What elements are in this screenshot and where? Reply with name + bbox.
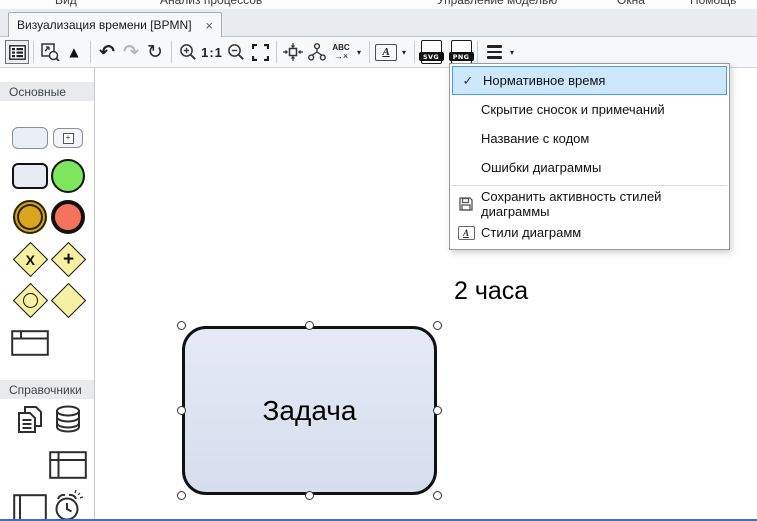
palette-gateway-inclusive[interactable] [10, 280, 50, 320]
selection-handle-middle-left[interactable] [177, 406, 186, 415]
menu-help[interactable]: Помощь [690, 0, 736, 7]
diagram-properties-button[interactable] [5, 40, 29, 64]
export-svg-button[interactable]: SVG [419, 40, 443, 64]
task-label: Задача [263, 395, 357, 427]
export-png-button[interactable]: PNG [449, 40, 473, 64]
fit-screen-button[interactable] [248, 40, 272, 64]
svg-file-icon: SVG [421, 40, 442, 64]
toolbar-separator [171, 41, 172, 63]
app-window: Вид Анализ процессов Управление моделью … [0, 0, 757, 521]
menu-view[interactable]: Вид [55, 0, 77, 7]
selection-handle-bottom-right[interactable] [433, 491, 442, 500]
palette-end-event[interactable] [48, 197, 88, 237]
palette-rounded-rect[interactable] [10, 118, 50, 158]
palette-start-event[interactable] [48, 156, 88, 196]
zoom-in-button[interactable] [176, 40, 200, 64]
diagram-style-icon: A [451, 226, 481, 240]
font-style-button[interactable]: A [374, 40, 398, 64]
menu-item-normative-time[interactable]: ✓ Нормативное время [452, 66, 727, 95]
toolbar-separator [90, 41, 91, 63]
hierarchy-layout-button[interactable] [305, 40, 329, 64]
hamburger-icon [487, 45, 502, 59]
menu-item-save-style-activity[interactable]: Сохранить активность стилей диаграммы [451, 189, 728, 218]
refresh-button[interactable]: ↻ [143, 40, 167, 64]
palette-section-references[interactable]: Справочники [0, 380, 95, 399]
palette-section-main[interactable]: Основные [0, 82, 95, 101]
tab-time-visualization[interactable]: Визуализация времени [BPMN] × [8, 12, 222, 37]
export-fragment-button[interactable] [38, 40, 62, 64]
palette-task[interactable] [10, 156, 50, 196]
collapse-button[interactable]: ▲ [62, 40, 86, 64]
palette-gateway-plain[interactable] [48, 280, 88, 320]
palette-register[interactable] [10, 488, 50, 521]
menu-item-name-with-code[interactable]: Название с кодом [451, 124, 728, 153]
boxed-a-icon: A [375, 44, 397, 61]
font-style-dropdown-icon[interactable]: ▾ [398, 40, 410, 64]
tab-bar: Визуализация времени [BPMN] × [0, 9, 757, 37]
menu-separator [452, 185, 727, 186]
menu-item-diagram-styles[interactable]: A Стили диаграмм [451, 218, 728, 247]
toolbar-separator [369, 41, 370, 63]
more-menu-button[interactable] [482, 40, 506, 64]
diagram-view-dropdown: ✓ Нормативное время Скрытие сносок и при… [449, 63, 730, 250]
selection-handle-bottom-center[interactable] [305, 491, 314, 500]
toolbar-separator [414, 41, 415, 63]
tab-close-icon[interactable]: × [205, 19, 213, 32]
task-shape[interactable]: Задача [182, 326, 437, 495]
tab-title: Визуализация времени [BPMN] [17, 18, 199, 32]
menubar: Вид Анализ процессов Управление моделью … [0, 0, 757, 9]
toolbar-separator [33, 41, 34, 63]
toolbar-separator [276, 41, 277, 63]
menu-item-diagram-errors[interactable]: Ошибки диаграммы [451, 153, 728, 182]
selection-handle-bottom-left[interactable] [177, 491, 186, 500]
palette-intermediate-event[interactable] [10, 197, 50, 237]
menu-model-management[interactable]: Управление моделью [437, 0, 557, 7]
more-menu-dropdown-icon[interactable]: ▾ [506, 40, 518, 64]
menu-process-analysis[interactable]: Анализ процессов [160, 0, 262, 7]
center-object-button[interactable] [281, 40, 305, 64]
palette-gateway-parallel[interactable]: + [48, 239, 88, 279]
toolbar-separator [477, 41, 478, 63]
palette-documents[interactable] [10, 400, 50, 440]
palette-sidebar: Основные + X + Справочники [0, 68, 95, 521]
auto-name-dropdown-icon[interactable]: ▾ [353, 40, 365, 64]
png-file-icon: PNG [451, 40, 472, 64]
menu-windows[interactable]: Окна [617, 0, 645, 7]
redo-button[interactable]: ↷ [119, 40, 143, 64]
undo-button[interactable]: ↶ [95, 40, 119, 64]
zoom-100-button[interactable]: 1:1 [200, 40, 224, 64]
zoom-out-button[interactable] [224, 40, 248, 64]
auto-name-button[interactable]: ABC →× [329, 40, 353, 64]
palette-alarm-clock[interactable] [48, 488, 88, 521]
menu-item-hide-footnotes[interactable]: Скрытие сносок и примечаний [451, 95, 728, 124]
palette-pool[interactable] [10, 323, 50, 363]
palette-table[interactable] [48, 445, 88, 485]
save-icon [451, 197, 481, 211]
time-annotation[interactable]: 2 часа [454, 277, 528, 306]
selection-handle-top-left[interactable] [177, 321, 186, 330]
palette-database[interactable] [48, 400, 88, 440]
selection-handle-top-center[interactable] [305, 321, 314, 330]
checkmark-icon: ✓ [453, 73, 483, 89]
palette-subprocess[interactable]: + [48, 118, 88, 158]
selection-handle-top-right[interactable] [433, 321, 442, 330]
selection-handle-middle-right[interactable] [433, 406, 442, 415]
palette-gateway-exclusive[interactable]: X [10, 239, 50, 279]
